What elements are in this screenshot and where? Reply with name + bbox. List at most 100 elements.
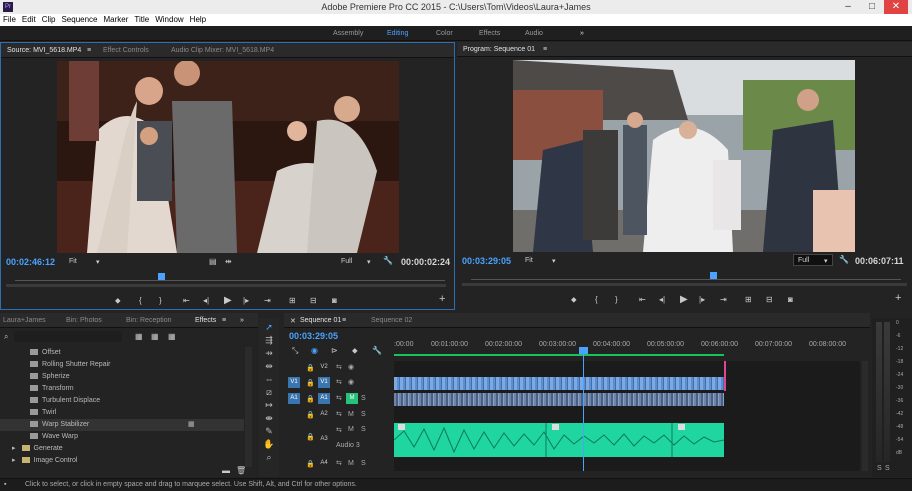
timeline-tracks-area[interactable]	[394, 347, 860, 471]
rate-stretch-tool-icon[interactable]: ⇔	[262, 373, 276, 386]
new-bin-icon[interactable]: ▬	[222, 466, 230, 475]
program-timecode[interactable]: 00:03:29:05	[462, 256, 511, 266]
mute-button[interactable]: M	[348, 460, 354, 467]
snap-icon[interactable]: ⤡	[292, 346, 298, 356]
menu-title[interactable]: Title	[131, 14, 152, 24]
effect-folder[interactable]: ▸ Image Control	[0, 455, 244, 467]
hand-tool-icon[interactable]: ✋	[262, 438, 276, 451]
track-target-label[interactable]: V2	[318, 362, 330, 373]
source-overwrite-icon[interactable]: ⊟	[310, 296, 317, 305]
slide-tool-icon[interactable]: ⇼	[262, 412, 276, 425]
program-camera-icon[interactable]: ◙	[788, 295, 793, 304]
effect-item[interactable]: Turbulent Displace	[0, 395, 244, 407]
timeline-marker-icon[interactable]: ⬥	[352, 346, 358, 356]
source-resolution-dropdown[interactable]: Full	[341, 258, 352, 265]
source-time-ruler[interactable]	[15, 275, 445, 281]
source-camera-icon[interactable]: ◙	[332, 296, 337, 305]
audio-clip-a3[interactable]	[394, 423, 724, 457]
source-resolution-chevron-icon[interactable]: ▾	[367, 258, 371, 266]
tab-project[interactable]: Laura+James	[3, 317, 46, 324]
timeline-vertical-scrollbar[interactable]	[862, 361, 868, 471]
source-patch-a1[interactable]: A1	[288, 393, 300, 404]
source-playhead[interactable]	[158, 273, 165, 280]
program-settings-wrench-icon[interactable]: 🔧	[839, 255, 849, 264]
search-icon[interactable]: ⌕	[4, 332, 8, 342]
expand-arrow-icon[interactable]: ▸	[12, 457, 16, 464]
track-lock-icon[interactable]: 🔒	[306, 433, 315, 441]
pen-tool-icon[interactable]: ✎	[262, 425, 276, 438]
32bit-effects-icon[interactable]: ▦	[151, 332, 159, 341]
expand-arrow-icon[interactable]: ▸	[12, 445, 16, 452]
menu-clip[interactable]: Clip	[39, 14, 59, 24]
program-fit-chevron-icon[interactable]: ▾	[552, 257, 556, 265]
add-marker-timeline-icon[interactable]: ⊳	[331, 346, 338, 355]
effect-item[interactable]: Wave Warp	[0, 431, 244, 443]
tab-audio-clip-mixer[interactable]: Audio Clip Mixer: MVI_5618.MP4	[171, 47, 274, 54]
timeline-playhead-handle[interactable]	[579, 347, 588, 354]
program-resolution-dropdown[interactable]: Full	[798, 257, 809, 264]
source-panel-menu-icon[interactable]: ≡	[87, 47, 91, 54]
program-step-back-icon[interactable]: ◂|	[659, 295, 665, 304]
tab-sequence-02[interactable]: Sequence 02	[371, 317, 412, 324]
track-target-label[interactable]: V1	[318, 377, 330, 388]
panel-overflow-icon[interactable]: »	[240, 317, 244, 324]
toggle-sync-icon[interactable]: ⇆	[336, 394, 342, 402]
toggle-sync-icon[interactable]: ⇆	[336, 410, 342, 418]
menu-marker[interactable]: Marker	[101, 14, 132, 24]
track-lock-icon[interactable]: 🔒	[306, 379, 315, 387]
workspace-audio[interactable]: Audio	[525, 30, 543, 37]
maximize-icon[interactable]: □	[860, 0, 884, 14]
program-go-to-in-icon[interactable]: ⇤	[639, 295, 646, 304]
tab-source[interactable]: Source: MVI_5618.MP4	[7, 47, 81, 54]
track-lock-icon[interactable]: 🔒	[306, 395, 315, 403]
effect-folder[interactable]: ▸ Generate	[0, 443, 244, 455]
timeline-ruler[interactable]: :00:00 00:01:00:00 00:02:00:00 00:03:00:…	[394, 339, 860, 357]
meter-solo-left[interactable]: S	[877, 465, 882, 472]
source-mark-in-icon[interactable]: {	[139, 296, 142, 305]
tab-program[interactable]: Program: Sequence 01	[463, 46, 535, 53]
effects-panel-menu-icon[interactable]: ≡	[222, 317, 226, 324]
timeline-playhead[interactable]	[583, 349, 584, 471]
mute-button[interactable]: M	[348, 426, 354, 433]
close-icon[interactable]: ✕	[884, 0, 908, 14]
yuv-effects-icon[interactable]: ▦	[168, 332, 176, 341]
workspace-overflow-icon[interactable]: »	[580, 30, 584, 37]
track-lock-icon[interactable]: 🔒	[306, 460, 315, 468]
tab-effects[interactable]: Effects	[195, 317, 216, 324]
workspace-color[interactable]: Color	[436, 30, 453, 37]
program-mark-out-icon[interactable]: }	[615, 295, 618, 304]
menu-help[interactable]: Help	[187, 14, 209, 24]
source-go-to-in-icon[interactable]: ⇤	[183, 296, 190, 305]
program-mark-in-icon[interactable]: {	[595, 295, 598, 304]
linked-selection-icon[interactable]: ◉	[311, 346, 318, 355]
source-drag-video-icon[interactable]: ⇹	[225, 257, 232, 266]
tab-effect-controls[interactable]: Effect Controls	[103, 47, 149, 54]
source-patch-v1[interactable]: V1	[288, 377, 300, 388]
track-lock-icon[interactable]: 🔒	[306, 364, 315, 372]
program-resolution-chevron-icon[interactable]: ▾	[824, 257, 828, 265]
razor-tool-icon[interactable]: ⧄	[262, 386, 276, 399]
ripple-edit-tool-icon[interactable]: ⇸	[262, 347, 276, 360]
workspace-effects[interactable]: Effects	[479, 30, 500, 37]
track-target-label[interactable]: A2	[318, 409, 330, 420]
program-lift-icon[interactable]: ⊞	[745, 295, 752, 304]
toggle-output-eye-icon[interactable]: ◉	[348, 363, 354, 371]
toggle-sync-icon[interactable]: ⇆	[336, 426, 342, 434]
timeline-panel-menu-icon[interactable]: ≡	[342, 317, 346, 324]
workspace-assembly[interactable]: Assembly	[333, 30, 363, 37]
tab-bin-photos[interactable]: Bin: Photos	[66, 317, 102, 324]
source-zoom-scrollbar[interactable]	[6, 284, 446, 287]
source-fit-chevron-icon[interactable]: ▾	[96, 258, 100, 266]
slip-tool-icon[interactable]: ↦	[262, 399, 276, 412]
source-add-marker-icon[interactable]: ⬥	[115, 296, 121, 306]
program-add-button-icon[interactable]: +	[895, 292, 901, 304]
tab-bin-reception[interactable]: Bin: Reception	[126, 317, 172, 324]
program-add-marker-icon[interactable]: ⬥	[571, 295, 577, 305]
source-mark-out-icon[interactable]: }	[159, 296, 162, 305]
workspace-editing[interactable]: Editing	[387, 30, 408, 37]
effects-search-input[interactable]	[14, 331, 122, 342]
effect-item[interactable]: Offset	[0, 347, 244, 359]
program-step-forward-icon[interactable]: |▸	[699, 295, 705, 304]
source-fit-dropdown[interactable]: Fit	[69, 258, 77, 265]
close-sequence-icon[interactable]: ✕	[290, 317, 296, 325]
